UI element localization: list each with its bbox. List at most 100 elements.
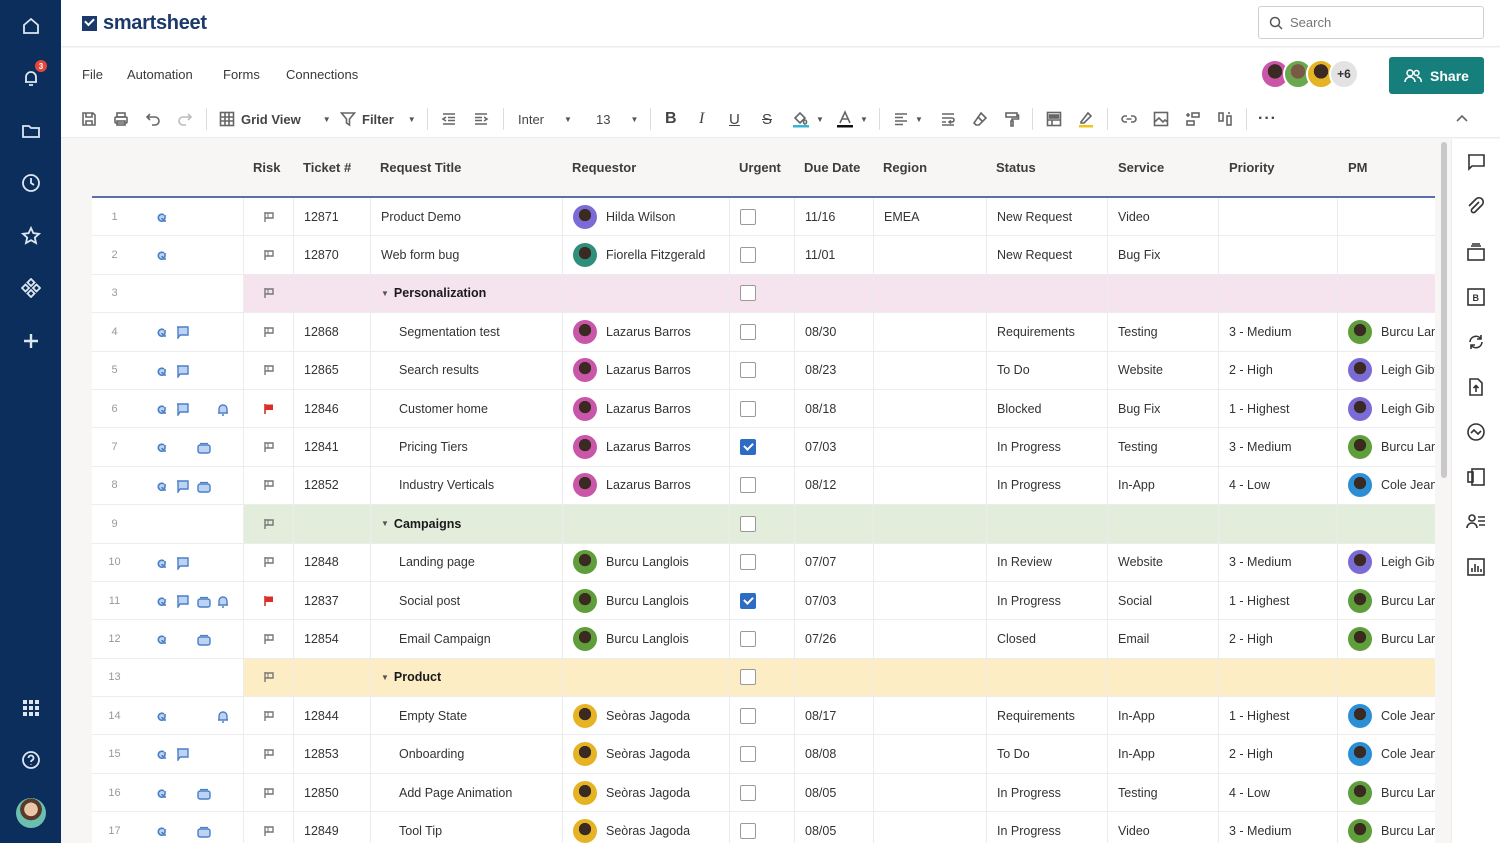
risk-cell[interactable] <box>243 389 293 428</box>
urgent-checkbox[interactable] <box>740 247 756 264</box>
requestor-cell[interactable]: Burcu Langlois <box>562 543 729 581</box>
group-row[interactable]: 3 ▼ Personalization <box>92 274 1435 314</box>
request-title-cell[interactable]: Landing page <box>370 543 562 581</box>
status-cell[interactable]: New Request <box>986 236 1107 274</box>
urgent-checkbox[interactable] <box>740 669 756 686</box>
reminder-indicator[interactable] <box>217 595 229 613</box>
attach-indicator[interactable] <box>155 748 169 766</box>
priority-cell[interactable]: 3 - Medium <box>1218 428 1337 466</box>
table-row[interactable]: 2 12870 Web form bug Fiorella Fitzgerald 11/… <box>92 236 1435 275</box>
collapse-triangle-icon[interactable]: ▼ <box>381 289 389 298</box>
urgent-cell[interactable] <box>729 389 794 428</box>
region-cell[interactable] <box>873 735 986 773</box>
requestor-cell[interactable]: Seòras Jagoda <box>562 812 729 843</box>
table-row[interactable]: 10 12848 Landing page Burcu Langlois 07/07 In… <box>92 543 1435 582</box>
service-cell[interactable] <box>1107 505 1218 543</box>
ticket-cell[interactable]: 12868 <box>293 313 370 351</box>
pm-cell[interactable]: Cole Jean <box>1337 697 1435 735</box>
ticket-cell[interactable]: 12853 <box>293 735 370 773</box>
due-date-cell[interactable]: 08/08 <box>794 735 873 773</box>
service-cell[interactable]: Testing <box>1107 773 1218 812</box>
attach-indicator[interactable] <box>155 710 169 728</box>
request-title-cell[interactable]: ▼ Product <box>370 658 562 697</box>
ticket-cell[interactable]: 12848 <box>293 543 370 581</box>
comment-indicator[interactable] <box>176 748 189 766</box>
status-cell[interactable]: Closed <box>986 620 1107 658</box>
pm-cell[interactable]: Burcu Lan <box>1337 812 1435 843</box>
due-date-cell[interactable]: 11/01 <box>794 236 873 274</box>
requestor-cell[interactable]: Seòras Jagoda <box>562 735 729 773</box>
request-title-cell[interactable]: ▼ Campaigns <box>370 505 562 543</box>
request-title-cell[interactable]: Web form bug <box>370 236 562 274</box>
wrap-text-icon[interactable] <box>940 108 956 130</box>
urgent-cell[interactable] <box>729 620 794 658</box>
pm-cell[interactable]: Leigh Gibt <box>1337 543 1435 581</box>
risk-cell[interactable] <box>243 812 293 843</box>
risk-cell[interactable] <box>243 543 293 581</box>
pm-cell[interactable] <box>1337 658 1435 697</box>
urgent-cell[interactable] <box>729 236 794 274</box>
column-header-service[interactable]: Service <box>1118 160 1164 175</box>
align-button[interactable]: ▼ <box>893 108 923 130</box>
requestor-cell[interactable]: Seòras Jagoda <box>562 697 729 735</box>
requestor-cell[interactable] <box>562 274 729 313</box>
row-number[interactable]: 12 <box>92 620 137 657</box>
user-avatar[interactable] <box>16 798 46 828</box>
more-options-icon[interactable]: ··· <box>1258 108 1277 130</box>
service-cell[interactable]: Testing <box>1107 428 1218 466</box>
request-title-cell[interactable]: Search results <box>370 351 562 389</box>
proof-indicator[interactable] <box>197 787 211 805</box>
column-header-due-date[interactable]: Due Date <box>804 160 860 175</box>
due-cell[interactable] <box>794 274 873 313</box>
pm-cell[interactable]: Leigh Gibt <box>1337 389 1435 428</box>
column-header-ticket[interactable]: Ticket # <box>303 160 351 175</box>
table-row[interactable]: 7 12841 Pricing Tiers Lazarus Barros 07/03 In… <box>92 428 1435 467</box>
request-title-cell[interactable]: Product Demo <box>370 198 562 236</box>
comment-indicator[interactable] <box>176 480 189 498</box>
row-number[interactable]: 7 <box>92 428 137 465</box>
request-title-cell[interactable]: Tool Tip <box>370 812 562 843</box>
proof-indicator[interactable] <box>197 441 211 459</box>
undo-icon[interactable] <box>145 108 161 130</box>
requestor-cell[interactable]: Lazarus Barros <box>562 466 729 505</box>
requestor-cell[interactable]: Burcu Langlois <box>562 581 729 620</box>
urgent-checkbox[interactable] <box>740 746 756 763</box>
workapps-icon[interactable] <box>0 273 61 303</box>
save-icon[interactable] <box>81 108 97 130</box>
share-button[interactable]: Share <box>1389 57 1484 94</box>
hierarchy-icon[interactable] <box>1185 108 1201 130</box>
comment-indicator[interactable] <box>176 595 189 613</box>
highlight-changes-button[interactable] <box>1077 108 1095 130</box>
region-cell[interactable] <box>873 428 986 466</box>
update-requests-icon[interactable] <box>1464 330 1488 354</box>
view-selector[interactable]: Grid View ▼ <box>219 108 331 130</box>
risk-cell[interactable] <box>243 658 293 697</box>
requestor-cell[interactable]: Lazarus Barros <box>562 428 729 466</box>
proof-indicator[interactable] <box>197 825 211 843</box>
reports-chart-icon[interactable] <box>1464 555 1488 579</box>
pm-cell[interactable]: Burcu Lan <box>1337 581 1435 620</box>
urgent-cell[interactable] <box>729 581 794 620</box>
due-date-cell[interactable]: 08/05 <box>794 812 873 843</box>
pm-cell[interactable] <box>1337 505 1435 543</box>
requestor-cell[interactable]: Lazarus Barros <box>562 313 729 351</box>
status-cell[interactable]: To Do <box>986 735 1107 773</box>
group-row[interactable]: 13 ▼ Product <box>92 658 1435 698</box>
reminder-indicator[interactable] <box>217 710 229 728</box>
risk-cell[interactable] <box>243 581 293 620</box>
redo-icon[interactable] <box>177 108 193 130</box>
table-row[interactable]: 5 12865 Search results Lazarus Barros 08/23 T… <box>92 351 1435 390</box>
service-cell[interactable]: In-App <box>1107 735 1218 773</box>
priority-cell[interactable] <box>1218 236 1337 274</box>
pm-cell[interactable]: Burcu Lan <box>1337 313 1435 351</box>
ticket-cell[interactable]: 12852 <box>293 466 370 505</box>
status-cell[interactable]: In Progress <box>986 812 1107 843</box>
ticket-cell[interactable]: 12871 <box>293 198 370 236</box>
status-cell[interactable]: In Progress <box>986 773 1107 812</box>
due-date-cell[interactable]: 08/23 <box>794 351 873 389</box>
collapse-toolbar-chevron-icon[interactable] <box>1455 108 1469 130</box>
request-title-cell[interactable]: Customer home <box>370 389 562 428</box>
column-header-risk[interactable]: Risk <box>253 160 280 175</box>
request-title-cell[interactable]: Add Page Animation <box>370 773 562 812</box>
attach-indicator[interactable] <box>155 365 169 383</box>
